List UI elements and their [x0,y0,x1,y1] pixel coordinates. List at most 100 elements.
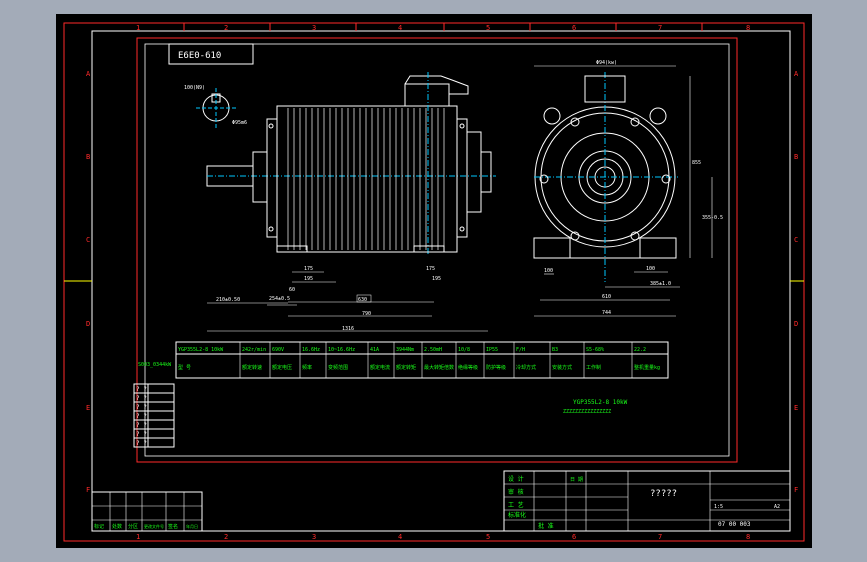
zone-col-2: 2 [224,24,228,32]
dim-610: 610 [602,294,611,300]
dim-175-right: 175 [426,266,435,272]
zone-col-5: 5 [486,24,490,32]
spec-header-7: 最大转矩倍数 [424,364,454,371]
zone-row-b-right: B [794,153,798,161]
zone-col-1: 1 [136,24,140,32]
side-label: S003_0344kW [138,362,172,368]
spec-value-7: 2.50mH [424,347,442,353]
spec-header-13: 整机重量kg [634,364,660,371]
spec-header-9: 防护等级 [486,364,506,371]
dim-855: 855 [692,160,701,166]
dim-195: 195 [304,276,313,282]
spec-value-11: B3 [552,347,558,353]
spec-value-9: IP55 [486,347,498,353]
model-note-2: ZZZZZZZZZZZZZZZZ [563,409,611,415]
dim-1316: 1316 [342,326,354,332]
dim-175: 175 [304,266,313,272]
drawing-code: E6E0-610 [178,51,221,61]
title-cell-4: 标准化 [508,511,526,519]
dim-790: 790 [362,311,371,317]
dim-60: 60 [289,287,295,293]
rev-label-6: 年月日 [186,523,198,529]
zone-col-4-bottom: 4 [398,533,402,541]
scale-value: 1:5 [714,504,723,510]
left-stack-6: ? ? [136,431,147,438]
dim-254: 254±0.5 [269,296,290,302]
zone-col-8: 8 [746,24,750,32]
left-stack-4: ? ? [136,413,147,420]
zone-row-c-right: C [794,236,798,244]
rev-label-5: 签名 [168,523,178,530]
dim-shaft-fit: Φ95m6 [232,120,247,126]
spec-header-5: 额定电流 [370,364,390,371]
dim-100: 100 [544,268,553,274]
spec-header-10: 冷却方式 [516,364,536,371]
zone-row-d: D [86,320,90,328]
zone-row-f: F [86,486,90,494]
title-cell-1: 设 计 [508,475,524,483]
zone-col-3-bottom: 3 [312,533,316,541]
rev-label-1: 标记 [94,523,104,530]
drawing-canvas: 1 2 3 4 5 6 7 8 1 2 3 4 5 6 7 8 A B C D … [56,14,812,548]
spec-header-2: 额定电压 [272,364,292,371]
spec-value-4: 10~16.6Hz [328,347,355,353]
zone-row-d-right: D [794,320,798,328]
rev-label-3: 分区 [128,523,138,530]
zone-col-3: 3 [312,24,316,32]
dim-210: 210±0.50 [216,297,240,303]
spec-value-13: 22.2 [634,347,646,353]
spec-header-8: 绝缘等级 [458,364,478,371]
drawing-title: ????? [650,489,677,499]
spec-header-0: 型 号 [178,364,191,371]
sheet-size: A2 [774,504,780,510]
zone-col-4: 4 [398,24,402,32]
left-stack-3: ? ? [136,404,147,411]
spec-value-12: S5-68% [586,347,604,353]
dim-355: 355-0.5 [702,215,723,221]
left-stack-1: ? ? [136,386,147,393]
title-cell-6: 日 期 [570,477,583,483]
zone-col-7: 7 [658,24,662,32]
cad-viewport[interactable]: 1 2 3 4 5 6 7 8 1 2 3 4 5 6 7 8 A B C D … [56,14,812,548]
left-stack-7: ? ? [136,440,147,447]
title-cell-2: 审 核 [508,488,524,496]
spec-value-3: 16.6Hz [302,347,320,353]
left-stack-2: ? ? [136,395,147,402]
model-note: YGP355L2-8 10kW [573,399,628,406]
dim-100-right: 100 [646,266,655,272]
zone-row-e: E [86,404,90,412]
zone-col-6: 6 [572,24,576,32]
dim-key-width: 100(N9) [184,85,205,91]
rev-label-4: 更改文件号 [144,523,164,529]
zone-row-f-right: F [794,486,798,494]
title-cell-5: 批 准 [538,522,554,530]
drawing-number: 07 00 003 [718,521,751,528]
zone-col-7-bottom: 7 [658,533,662,541]
spec-header-1: 额定转速 [242,364,262,371]
zone-row-e-right: E [794,404,798,412]
spec-value-6: 3944Nm [396,347,414,353]
title-cell-3: 工 艺 [508,501,524,509]
spec-header-11: 安装方式 [552,364,572,371]
left-stack-5: ? ? [136,422,147,429]
zone-col-6-bottom: 6 [572,533,576,541]
spec-value-8: 10/8 [458,347,470,353]
dim-744: 744 [602,310,611,316]
zone-col-2-bottom: 2 [224,533,228,541]
zone-row-b: B [86,153,90,161]
zone-col-1-bottom: 1 [136,533,140,541]
zone-col-5-bottom: 5 [486,533,490,541]
spec-header-4: 变频范围 [328,364,348,371]
spec-value-0: YGP355L2-8 10kW [178,347,224,353]
dim-195-right: 195 [432,276,441,282]
spec-value-5: 41A [370,347,379,353]
spec-value-10: F/H [516,347,525,353]
dim-phi: Φ94(kw) [596,60,617,66]
spec-header-6: 额定转矩 [396,364,416,371]
spec-value-2: 690V [272,347,284,353]
zone-row-c: C [86,236,90,244]
spec-header-3: 频率 [302,364,312,371]
dim-385: 385±1.0 [650,281,671,287]
dim-630: 630 [358,297,367,303]
spec-value-1: 242r/min [242,347,266,353]
